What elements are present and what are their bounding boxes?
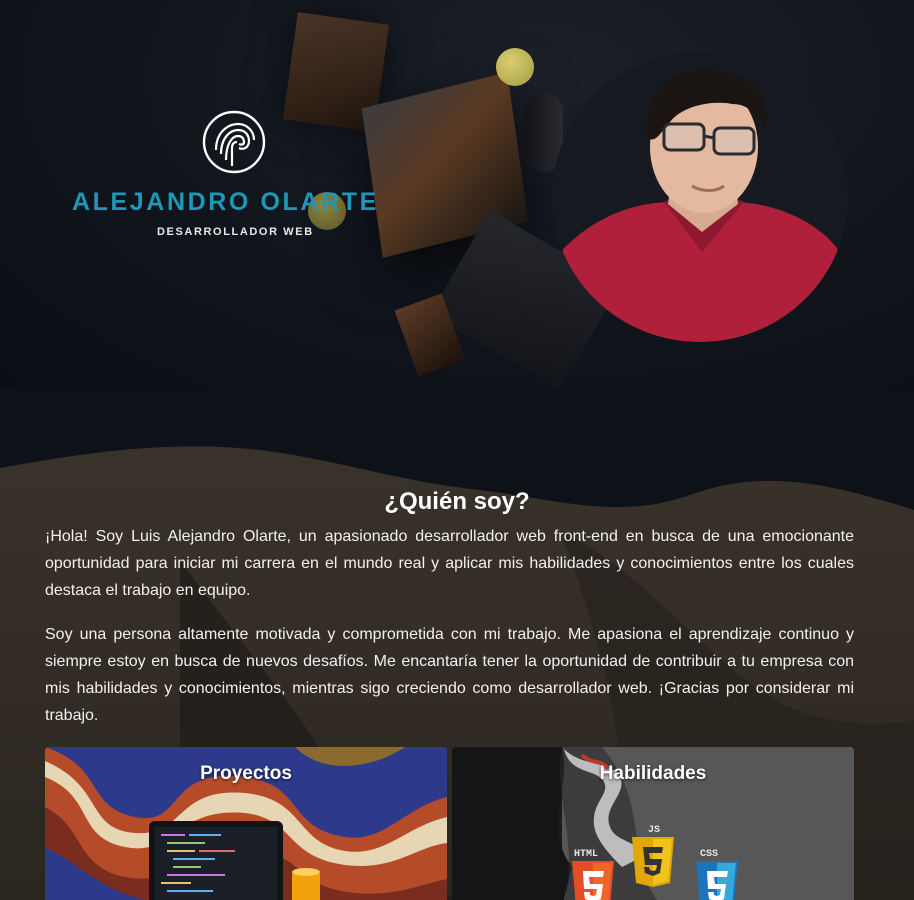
about-paragraph-1: ¡Hola! Soy Luis Alejandro Olarte, un apa… [45,528,854,599]
brand-name: ALEJANDRO OLARTE [72,188,379,216]
projects-card[interactable]: Proyectos [45,747,447,900]
fingerprint-logo-icon [202,110,266,174]
hero-banner: ALEJANDRO OLARTE DESARROLLADOR WEB [0,0,914,390]
svg-text:JS: JS [648,825,660,836]
skills-card[interactable]: HTML JS CSS Habilidades [452,747,854,900]
decorative-sphere [496,48,534,86]
svg-text:CSS: CSS [700,849,718,860]
svg-text:HTML: HTML [574,849,598,860]
portrait-illustration [552,52,848,342]
about-title: ¿Quién soy? [384,487,530,515]
brand-role: DESARROLLADOR WEB [157,226,314,238]
about-paragraph-2: Soy una persona altamente motivada y com… [45,626,854,724]
skills-card-title: Habilidades [599,763,707,784]
profile-photo [552,52,848,342]
projects-card-title: Proyectos [200,763,292,784]
about-section: ¿Quién soy? ¡Hola! Soy Luis Alejandro Ol… [0,390,914,900]
